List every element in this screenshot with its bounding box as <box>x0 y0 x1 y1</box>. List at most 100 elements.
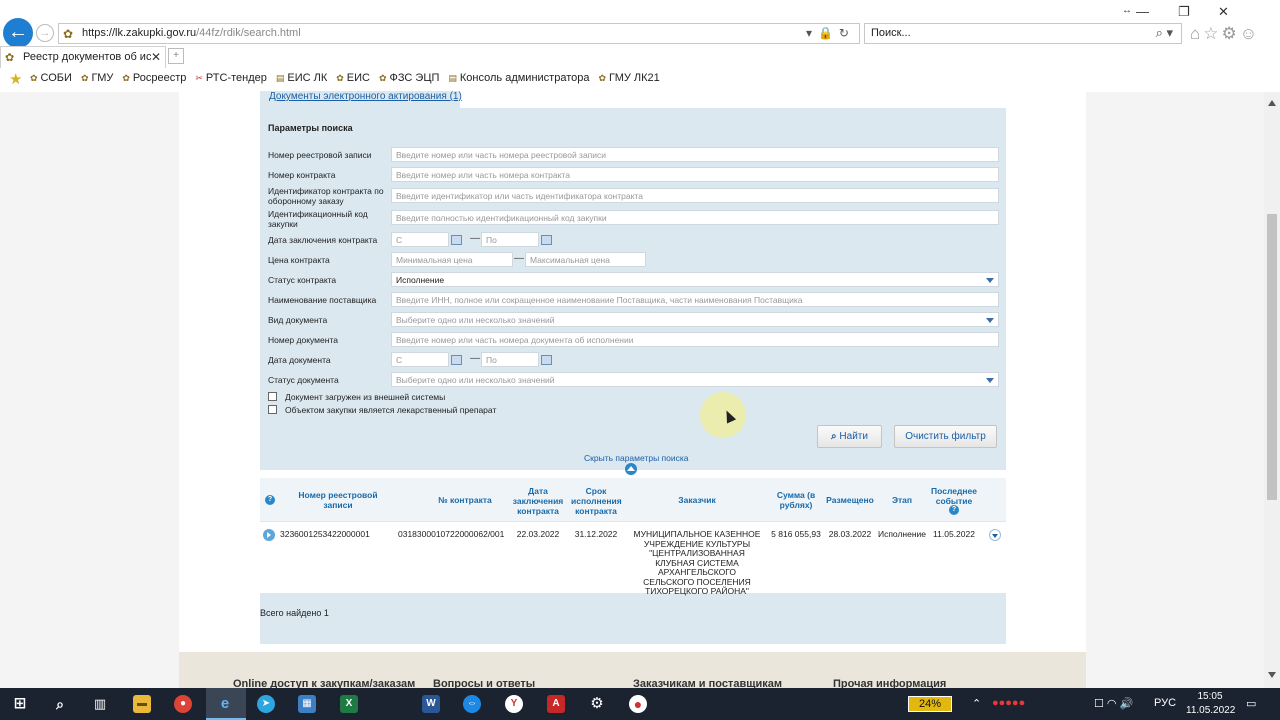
new-tab-button[interactable]: + <box>168 48 184 64</box>
tray-expand-icon[interactable]: ⌃ <box>972 697 981 710</box>
settings-gear-icon[interactable]: ⚙ <box>588 695 606 713</box>
row-menu-icon[interactable] <box>989 529 1001 541</box>
calendar-icon[interactable] <box>541 235 552 245</box>
task-view-icon[interactable]: ▥ <box>91 695 109 713</box>
scroll-down-icon[interactable] <box>1264 670 1280 682</box>
scrollbar-thumb[interactable] <box>1267 214 1277 500</box>
defense-id-input[interactable]: Введите идентификатор или часть идентифи… <box>391 188 999 203</box>
tab-electronic-acts-label[interactable]: Документы электронного актирования (1) <box>269 91 462 102</box>
search-icon[interactable]: ⌕ ▾ <box>1156 25 1173 41</box>
battery-indicator[interactable]: 24% <box>908 696 952 712</box>
col-sum[interactable]: Сумма (в рублях) <box>770 490 822 510</box>
doc-type-select[interactable]: Выберите одно или несколько значений <box>391 312 999 327</box>
col-registry-number[interactable]: Номер реестровой записи <box>290 490 386 510</box>
file-explorer-icon[interactable]: ▬ <box>133 695 151 713</box>
doc-number-input[interactable]: Введите номер или часть номера документа… <box>391 332 999 347</box>
conclusion-date-to-input[interactable]: По <box>481 232 539 247</box>
col-last-event[interactable]: Последнее событие <box>925 486 983 506</box>
col-posted[interactable]: Размещено <box>820 495 880 505</box>
screen-recorder-icon[interactable]: ● <box>629 695 647 713</box>
external-system-checkbox[interactable] <box>268 392 277 401</box>
chevron-down-icon[interactable] <box>985 275 996 285</box>
favorites-star-icon[interactable]: ★ <box>9 70 22 88</box>
favorite-item[interactable]: ✿ ГМУ <box>81 72 113 84</box>
calculator-icon[interactable]: ▦ <box>298 695 316 713</box>
supplier-name-input[interactable]: Введите ИНН, полное или сокращенное наим… <box>391 292 999 307</box>
chrome-icon[interactable]: ● <box>174 695 192 713</box>
page-scrollbar[interactable] <box>1264 92 1280 688</box>
registry-number-input[interactable]: Введите номер или часть номера реестрово… <box>391 147 999 162</box>
purchase-code-input[interactable]: Введите полностью идентификационный код … <box>391 210 999 225</box>
favorite-item[interactable]: ▤ Консоль администратора <box>448 72 589 84</box>
forward-button[interactable]: → <box>36 24 54 42</box>
close-tab-icon[interactable]: ✕ <box>151 50 161 64</box>
col-execution-term[interactable]: Срок исполнения контракта <box>571 486 622 516</box>
back-button[interactable]: ← <box>3 18 33 48</box>
search-icon: ⌕ <box>831 431 837 442</box>
hide-search-params-link[interactable]: Скрыть параметры поиска <box>584 453 689 463</box>
registry-number-label: Номер реестровой записи <box>268 150 372 160</box>
minimize-icon[interactable]: — <box>1136 4 1149 19</box>
toolbar-icons[interactable]: ⌂☆⚙☺ <box>1190 24 1260 44</box>
word-icon[interactable]: W <box>422 695 440 713</box>
cell-registry-number[interactable]: 3236001253422000001 <box>280 529 370 540</box>
favorite-item[interactable]: ✿ ГМУ ЛК21 <box>598 72 659 84</box>
close-window-icon[interactable]: ✕ <box>1218 4 1229 20</box>
favorite-item[interactable]: ✿ Росреестр <box>122 72 186 84</box>
contract-status-select[interactable]: Исполнение <box>391 272 999 287</box>
calendar-icon[interactable] <box>451 355 462 365</box>
cell-execution-term: 31.12.2022 <box>574 529 618 539</box>
chevron-down-icon[interactable] <box>985 315 996 325</box>
chevron-up-icon[interactable] <box>625 463 637 475</box>
yandex-browser-icon[interactable]: Y <box>505 695 523 713</box>
notifications-icon[interactable]: ▭ <box>1246 697 1256 710</box>
doc-date-to-input[interactable]: По <box>481 352 539 367</box>
favorite-item[interactable]: ✂ РТС-тендер <box>195 72 266 84</box>
doc-status-select[interactable]: Выберите одно или несколько значений <box>391 372 999 387</box>
telegram-icon[interactable]: ➤ <box>257 695 275 713</box>
excel-icon[interactable]: X <box>340 695 358 713</box>
col-customer[interactable]: Заказчик <box>652 495 742 505</box>
address-bar[interactable]: ✿ https://lk.zakupki.gov.ru/44fz/rdik/se… <box>58 23 860 44</box>
chevron-down-icon[interactable] <box>985 375 996 385</box>
language-indicator[interactable]: РУС <box>1154 697 1176 709</box>
taskbar-clock[interactable]: 15:05 11.05.2022 <box>1186 690 1235 718</box>
calendar-icon[interactable] <box>451 235 462 245</box>
doc-date-from-input[interactable]: С <box>391 352 449 367</box>
contract-number-input[interactable]: Введите номер или часть номера контракта <box>391 167 999 182</box>
cell-contract-number: 0318300010722000062/001 <box>398 529 505 539</box>
pdf-reader-icon[interactable]: A <box>547 695 565 713</box>
restore-icon[interactable]: ❐ <box>1178 4 1190 20</box>
col-stage[interactable]: Этап <box>882 495 922 505</box>
address-actions[interactable]: ▾🔒↻ <box>806 26 855 40</box>
clear-filter-button[interactable]: Очистить фильтр <box>894 425 997 448</box>
find-button[interactable]: ⌕ Найти <box>817 425 882 448</box>
help-icon[interactable]: ? <box>949 505 959 515</box>
tab-electronic-acts[interactable]: Документы электронного актирования (1) <box>260 91 462 108</box>
price-min-input[interactable]: Минимальная цена <box>391 252 513 267</box>
windows-start-icon[interactable]: ⊞ <box>11 695 29 713</box>
calendar-icon[interactable] <box>541 355 552 365</box>
price-max-input[interactable]: Максимальная цена <box>525 252 646 267</box>
col-contract-number[interactable]: № контракта <box>410 495 520 505</box>
search-icon[interactable]: ⌕ <box>51 695 69 713</box>
favorite-item[interactable]: ✿ ФЗС ЭЦП <box>379 72 439 84</box>
medicine-checkbox[interactable] <box>268 405 277 414</box>
windows-taskbar: ⊞ ⌕ ▥ ▬ ● e ➤ ▦ X W ⇔ Y A ⚙ ● 24% ⌃ ●●●●… <box>0 688 1280 720</box>
internet-explorer-icon[interactable]: e <box>216 695 234 713</box>
favorite-item[interactable]: ✿ СОБИ <box>30 72 72 84</box>
expand-row-icon[interactable] <box>263 529 275 541</box>
favorite-item[interactable]: ✿ ЕИС <box>336 72 370 84</box>
tray-system-icons[interactable]: ☐ ◠ 🔊 <box>1094 697 1133 710</box>
conclusion-date-from-input[interactable]: С <box>391 232 449 247</box>
table-row[interactable]: 3236001253422000001 0318300010722000062/… <box>260 522 1006 596</box>
clear-filter-label: Очистить фильтр <box>905 431 986 442</box>
tray-app-icon[interactable]: ●●●●● <box>992 697 1025 709</box>
teamviewer-icon[interactable]: ⇔ <box>463 695 481 713</box>
browser-search-box[interactable]: Поиск... ⌕ ▾ <box>864 23 1182 44</box>
scroll-up-icon[interactable] <box>1264 98 1280 110</box>
help-icon[interactable]: ? <box>265 495 275 505</box>
col-conclusion-date[interactable]: Дата заключения контракта <box>512 486 564 516</box>
favorite-item[interactable]: ▤ ЕИС ЛК <box>276 72 327 84</box>
browser-tab[interactable]: ✿ Реестр документов об исп... ✕ <box>0 46 166 68</box>
